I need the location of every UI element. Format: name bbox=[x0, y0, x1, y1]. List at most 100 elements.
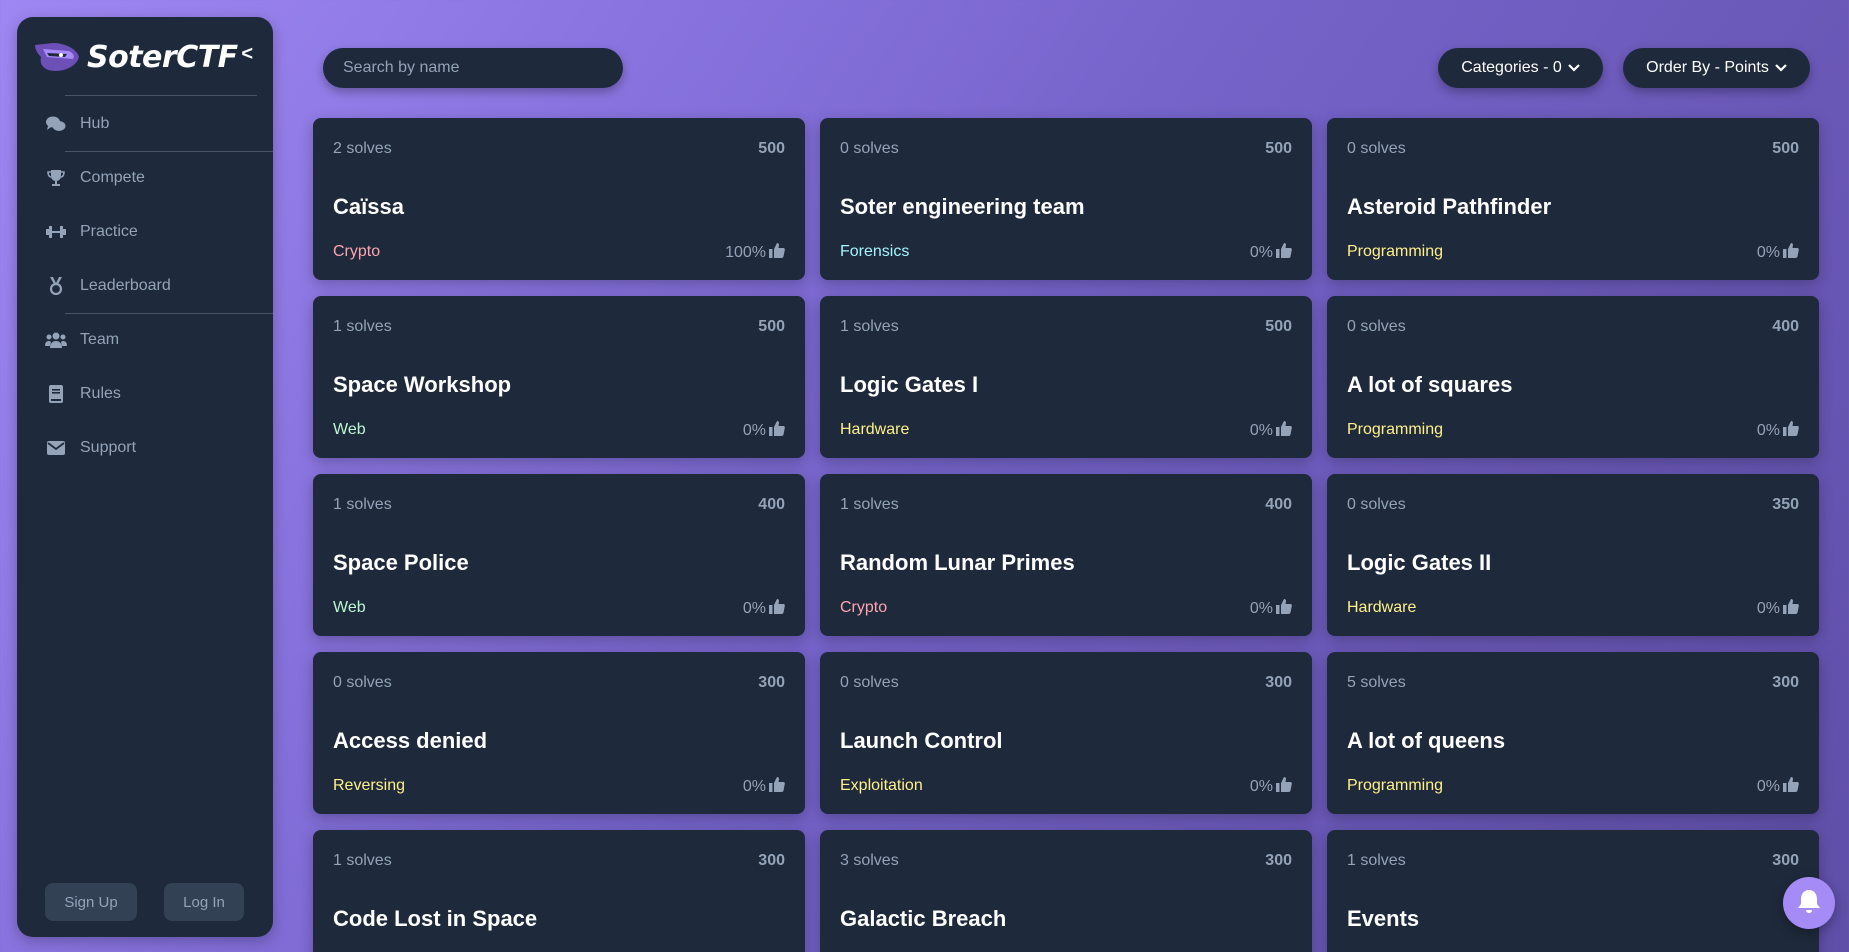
log-in-button[interactable]: Log In bbox=[164, 883, 244, 921]
challenge-card[interactable]: 1 solves 500 Space Workshop Web 0% bbox=[313, 296, 805, 458]
challenge-card[interactable]: 1 solves 300 Events bbox=[1327, 830, 1819, 952]
points-value: 300 bbox=[1772, 674, 1799, 691]
challenge-card[interactable]: 0 solves 350 Logic Gates II Hardware 0% bbox=[1327, 474, 1819, 636]
category-label: Web bbox=[333, 599, 366, 616]
chevron-down-icon bbox=[1567, 59, 1580, 77]
points-value: 500 bbox=[1772, 140, 1799, 157]
thumbs-up-icon bbox=[1783, 243, 1799, 263]
nav-item-team[interactable]: Team bbox=[17, 317, 273, 363]
challenge-title: Caïssa bbox=[333, 194, 404, 219]
solves-count: 1 solves bbox=[840, 318, 899, 335]
challenge-card[interactable]: 1 solves 400 Random Lunar Primes Crypto 0% bbox=[820, 474, 1312, 636]
like-percentage: 0% bbox=[1756, 244, 1780, 261]
challenge-title: Space Police bbox=[333, 550, 469, 575]
challenge-card[interactable]: 1 solves 500 Logic Gates I Hardware 0% bbox=[820, 296, 1312, 458]
nav-label: Practice bbox=[80, 223, 138, 240]
solves-count: 5 solves bbox=[1347, 674, 1406, 691]
like-percentage: 0% bbox=[1249, 244, 1273, 261]
like-percentage: 0% bbox=[1249, 600, 1273, 617]
solves-count: 0 solves bbox=[840, 674, 899, 691]
category-label: Programming bbox=[1347, 777, 1444, 794]
solves-count: 1 solves bbox=[333, 496, 392, 513]
category-label: Reversing bbox=[333, 777, 406, 794]
nav-item-compete[interactable]: Compete bbox=[17, 155, 273, 201]
challenge-title: Random Lunar Primes bbox=[840, 550, 1075, 575]
challenge-card[interactable]: 2 solves 500 Caïssa Crypto 100% bbox=[313, 118, 805, 280]
challenge-card[interactable]: 0 solves 300 Access denied Reversing 0% bbox=[313, 652, 805, 814]
dumbbell-icon bbox=[45, 221, 67, 243]
thumbs-up-icon bbox=[769, 777, 785, 797]
like-rating: 0% bbox=[1757, 777, 1799, 797]
thumbs-up-icon bbox=[1783, 599, 1799, 619]
points-value: 400 bbox=[1772, 318, 1799, 335]
search-input[interactable] bbox=[323, 48, 623, 88]
category-label: Web bbox=[333, 421, 366, 438]
nav-item-practice[interactable]: Practice bbox=[17, 209, 273, 255]
challenge-card[interactable]: 1 solves 400 Space Police Web 0% bbox=[313, 474, 805, 636]
category-label: Forensics bbox=[840, 243, 910, 260]
like-percentage: 0% bbox=[1756, 600, 1780, 617]
challenge-card[interactable]: 3 solves 300 Galactic Breach bbox=[820, 830, 1312, 952]
soter-logo-icon bbox=[33, 39, 81, 75]
challenge-title: Launch Control bbox=[840, 728, 1003, 753]
envelope-icon bbox=[45, 437, 67, 459]
like-rating: 0% bbox=[1250, 421, 1292, 441]
solves-count: 0 solves bbox=[840, 140, 899, 157]
medal-icon bbox=[45, 275, 67, 297]
nav-label: Team bbox=[80, 331, 120, 348]
like-rating: 0% bbox=[1250, 599, 1292, 619]
solves-count: 1 solves bbox=[333, 318, 392, 335]
category-label: Crypto bbox=[333, 243, 381, 260]
category-label: Hardware bbox=[840, 421, 910, 438]
divider bbox=[65, 313, 273, 314]
category-label: Programming bbox=[1347, 421, 1444, 438]
like-rating: 100% bbox=[725, 243, 785, 263]
challenge-title: Logic Gates I bbox=[840, 372, 979, 397]
challenge-card[interactable]: 0 solves 300 Launch Control Exploitation 0% bbox=[820, 652, 1312, 814]
sign-up-button[interactable]: Sign Up bbox=[45, 883, 137, 921]
points-value: 500 bbox=[758, 140, 785, 157]
categories-dropdown[interactable]: Categories - 0 bbox=[1438, 48, 1603, 88]
collapse-sidebar-button[interactable]: < bbox=[241, 43, 253, 66]
order-by-dropdown[interactable]: Order By - Points bbox=[1623, 48, 1810, 88]
challenge-card[interactable]: 0 solves 500 Asteroid Pathfinder Programmin… bbox=[1327, 118, 1819, 280]
nav-item-rules[interactable]: Rules bbox=[17, 371, 273, 417]
thumbs-up-icon bbox=[769, 243, 785, 263]
like-rating: 0% bbox=[1757, 243, 1799, 263]
nav-label: Leaderboard bbox=[80, 277, 171, 294]
divider bbox=[65, 95, 257, 96]
challenge-card[interactable]: 1 solves 300 Code Lost in Space bbox=[313, 830, 805, 952]
nav-item-hub[interactable]: Hub bbox=[17, 101, 273, 147]
thumbs-up-icon bbox=[1276, 243, 1292, 263]
points-value: 400 bbox=[1265, 496, 1292, 513]
points-value: 500 bbox=[758, 318, 785, 335]
brand-name: SoterCTF bbox=[87, 39, 238, 75]
bell-icon bbox=[1797, 888, 1821, 919]
category-label: Hardware bbox=[1347, 599, 1417, 616]
nav-item-support[interactable]: Support bbox=[17, 425, 273, 471]
brand[interactable]: SoterCTF < bbox=[33, 37, 259, 77]
category-label: Programming bbox=[1347, 243, 1444, 260]
category-label: Exploitation bbox=[840, 777, 923, 794]
solves-count: 0 solves bbox=[1347, 140, 1406, 157]
points-value: 300 bbox=[758, 674, 785, 691]
notifications-button[interactable] bbox=[1783, 877, 1835, 929]
like-rating: 0% bbox=[743, 599, 785, 619]
points-value: 400 bbox=[758, 496, 785, 513]
challenge-card[interactable]: 0 solves 400 A lot of squares Programming 0% bbox=[1327, 296, 1819, 458]
like-percentage: 0% bbox=[742, 422, 766, 439]
thumbs-up-icon bbox=[769, 599, 785, 619]
points-value: 300 bbox=[758, 852, 785, 869]
challenge-card[interactable]: 0 solves 500 Soter engineering team Forensi… bbox=[820, 118, 1312, 280]
challenge-title: Soter engineering team bbox=[840, 194, 1085, 219]
solves-count: 0 solves bbox=[1347, 496, 1406, 513]
like-percentage: 0% bbox=[1249, 778, 1273, 795]
nav-item-leaderboard[interactable]: Leaderboard bbox=[17, 263, 273, 309]
points-value: 500 bbox=[1265, 318, 1292, 335]
like-percentage: 0% bbox=[1249, 422, 1273, 439]
challenge-card[interactable]: 5 solves 300 A lot of queens Programming 0% bbox=[1327, 652, 1819, 814]
category-label: Crypto bbox=[840, 599, 888, 616]
thumbs-up-icon bbox=[1276, 599, 1292, 619]
solves-count: 3 solves bbox=[840, 852, 899, 869]
like-rating: 0% bbox=[743, 421, 785, 441]
